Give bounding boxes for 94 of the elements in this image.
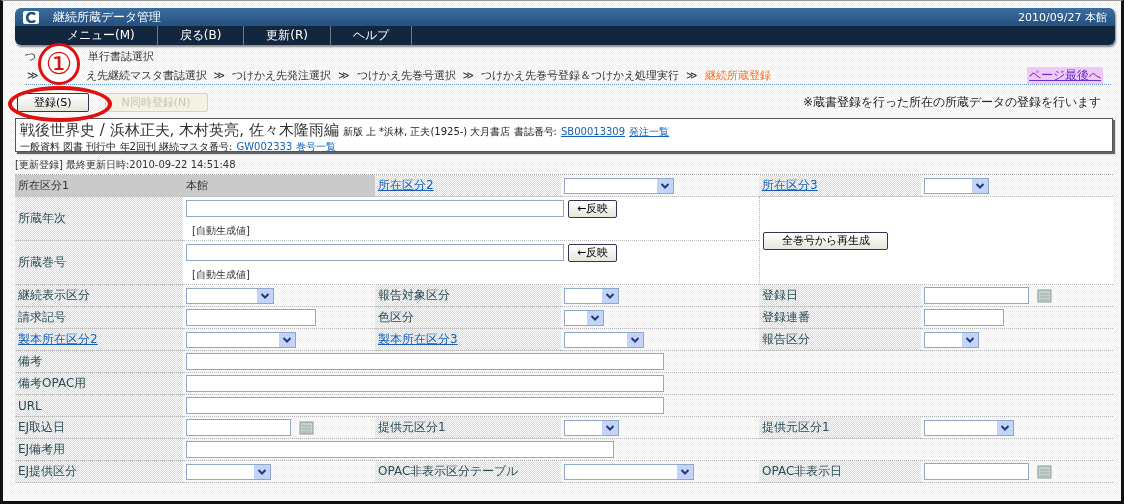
chevron-down-icon <box>657 178 673 193</box>
field-label: 報告対象区分 <box>378 287 450 304</box>
dropdown[interactable] <box>924 331 979 348</box>
chevron-down-icon <box>602 288 618 303</box>
menu-item[interactable]: 更新(R) <box>244 26 332 45</box>
reflect-button[interactable]: ←反映 <box>568 199 618 218</box>
order-list-link[interactable]: 発注一覧 <box>629 125 670 139</box>
notice-text: ※蔵書登録を行った所在の所蔵データの登録を行います <box>802 93 1101 111</box>
register-button[interactable]: 登録(S) <box>17 92 89 112</box>
dropdown[interactable] <box>186 287 274 304</box>
text-field[interactable] <box>186 353 664 370</box>
breadcrumb-step: 単行書誌選択 <box>88 49 154 64</box>
field-label: 所在区分1 <box>18 178 69 193</box>
text-field[interactable] <box>924 463 1029 480</box>
text-field[interactable] <box>186 375 664 392</box>
text-field[interactable] <box>186 441 614 458</box>
field-label: 継続表示区分 <box>18 287 90 304</box>
chevron-down-icon <box>254 464 270 479</box>
dropdown[interactable] <box>186 331 296 348</box>
bib-id-link[interactable]: SB00013309 <box>561 126 626 137</box>
field-label: EJ備考用 <box>18 441 66 458</box>
auto-value-note: [自動生成値] <box>192 267 250 282</box>
dropdown[interactable] <box>924 177 989 194</box>
chevron-down-icon <box>997 420 1013 435</box>
field-label: EJ提供区分 <box>18 463 78 480</box>
breadcrumb-separator: ≫ <box>462 68 475 82</box>
volume-list-link[interactable]: 巻号一覧 <box>296 140 337 154</box>
text-field[interactable] <box>186 419 291 436</box>
breadcrumb-separator: ≫ <box>27 68 39 82</box>
chevron-down-icon <box>587 310 603 325</box>
master-id-link[interactable]: GW002333 <box>236 141 293 152</box>
breadcrumb-step: 継続所蔵登録 <box>704 67 771 83</box>
dropdown[interactable] <box>564 287 619 304</box>
field-label: EJ取込日 <box>18 419 66 436</box>
chevron-down-icon <box>972 178 988 193</box>
calendar-icon[interactable] <box>299 420 314 435</box>
dropdown[interactable] <box>564 309 604 326</box>
field-value: 本館 <box>186 178 208 193</box>
auto-value-note: [自動生成値] <box>192 223 250 238</box>
chevron-down-icon <box>602 420 618 435</box>
menu-item[interactable]: ヘルプ <box>331 26 413 45</box>
breadcrumb-step: つ <box>25 49 36 64</box>
field-label: 報告区分 <box>762 331 810 348</box>
menu-item[interactable]: 戻る(B) <box>157 26 245 45</box>
field-label: OPAC非表示区分テーブル <box>378 463 519 480</box>
field-label: 備考 <box>18 353 42 370</box>
field-label: OPAC非表示日 <box>762 463 843 480</box>
app-logo-icon <box>23 10 39 24</box>
field-label: 備考OPAC用 <box>18 375 87 392</box>
text-field[interactable] <box>186 309 316 326</box>
field-label: 色区分 <box>378 309 414 326</box>
update-status: [更新登録] 最終更新日時:2010-09-22 14:51:48 <box>15 158 237 170</box>
field-label: 所蔵年次 <box>18 210 66 227</box>
step-number-marker: ① <box>38 43 80 85</box>
dropdown[interactable] <box>186 463 271 480</box>
dropdown[interactable] <box>564 419 619 436</box>
field-label: 提供元区分1 <box>378 419 446 436</box>
regenerate-button[interactable]: 全巻号から再生成 <box>763 231 888 250</box>
text-field[interactable] <box>924 309 1004 326</box>
field-label: 提供元区分1 <box>762 419 830 436</box>
bib-title: 戦後世界史 / 浜林正夫, 木村英亮, 佐々木隆雨編 <box>20 121 339 140</box>
breadcrumb-separator: ≫ <box>338 68 350 82</box>
date-location: 2010/09/27 本館 <box>1018 9 1107 25</box>
field-label: URL <box>18 398 42 413</box>
breadcrumb-step: つけかえ先巻号登録＆つけかえ処理実行 <box>481 67 680 83</box>
breadcrumb-step: つけかえ先発注選択 <box>232 67 332 83</box>
window-title: 継続所蔵データ管理 <box>53 8 162 26</box>
breadcrumb-separator: ≫ <box>686 68 698 82</box>
chevron-down-icon <box>279 332 295 347</box>
bib-info: 一般資料 図書 刊行中 年2回刊 継続マスタ番号: <box>20 140 233 154</box>
field-label: 請求記号 <box>18 309 66 326</box>
text-field[interactable] <box>186 200 564 217</box>
reflect-button[interactable]: ←反映 <box>568 243 618 262</box>
dropdown[interactable] <box>924 419 1014 436</box>
chevron-down-icon <box>677 464 693 479</box>
chevron-down-icon <box>962 332 978 347</box>
dropdown[interactable] <box>564 177 674 194</box>
calendar-icon[interactable] <box>1037 288 1052 303</box>
breadcrumb-separator: ≫ <box>213 68 226 82</box>
text-field[interactable] <box>186 244 564 261</box>
dropdown[interactable] <box>564 331 644 348</box>
breadcrumb-step: え先継続マスタ書誌選択 <box>85 67 207 83</box>
calendar-icon[interactable] <box>1037 464 1052 479</box>
field-label: 登録連番 <box>762 309 810 326</box>
text-field[interactable] <box>186 397 664 414</box>
field-label: 登録日 <box>762 287 798 304</box>
breadcrumb-step: つけかえ先巻号選択 <box>356 67 456 83</box>
text-field[interactable] <box>924 287 1029 304</box>
page-end-link[interactable]: ページ最後へ <box>1027 66 1103 84</box>
field-label: 所蔵巻号 <box>18 254 66 271</box>
bib-details: 新版 上 *浜林, 正夫(1925-) 大月書店 書誌番号: <box>342 125 557 139</box>
chevron-down-icon <box>257 288 273 303</box>
chevron-down-icon <box>627 332 643 347</box>
dropdown[interactable] <box>564 463 694 480</box>
